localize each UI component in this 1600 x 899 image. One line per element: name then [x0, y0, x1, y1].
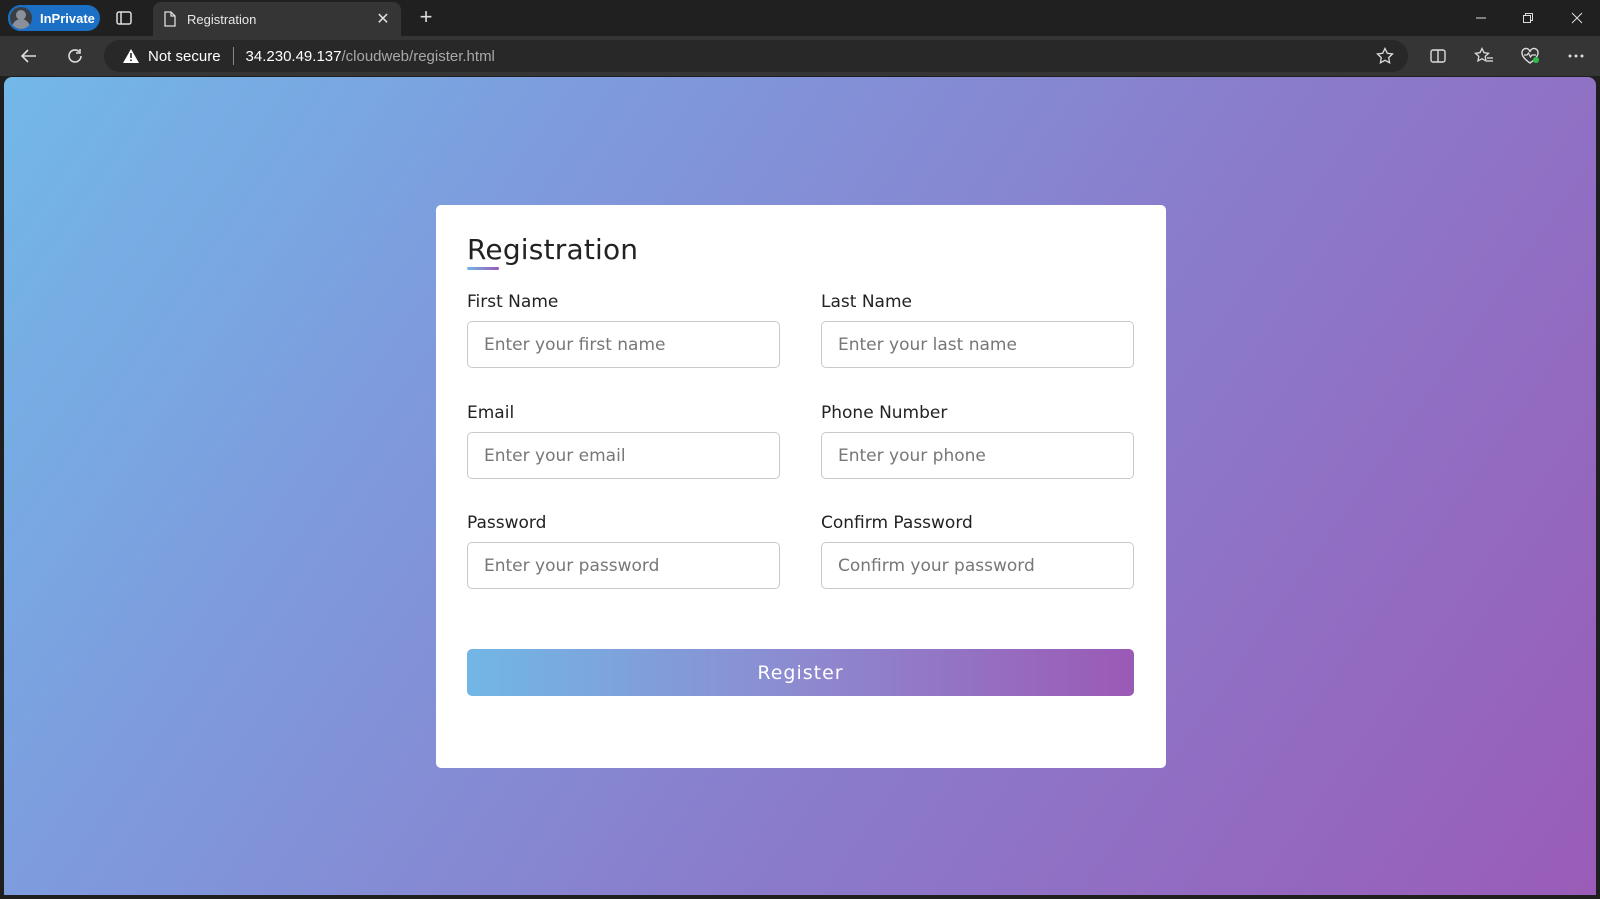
page-icon	[164, 11, 176, 27]
favorite-star-icon[interactable]	[1376, 47, 1394, 65]
url-path: /cloudweb/register.html	[341, 47, 495, 65]
new-tab-button[interactable]: +	[413, 6, 439, 30]
confirm-password-field: Confirm Password	[821, 513, 1134, 589]
password-input[interactable]	[467, 542, 780, 589]
register-button[interactable]: Register	[467, 649, 1134, 696]
minimize-button[interactable]	[1458, 0, 1504, 36]
favorites-icon	[1474, 47, 1493, 63]
browser-toolbar: Not secure 34.230.49.137/cloudweb/regist…	[0, 36, 1600, 76]
more-options-button[interactable]	[1560, 42, 1592, 70]
address-divider	[232, 47, 234, 65]
browser-essentials-button[interactable]	[1514, 42, 1546, 70]
first-name-label: First Name	[467, 292, 559, 312]
back-button[interactable]	[14, 42, 44, 70]
phone-field: Phone Number	[821, 403, 1134, 479]
profile-avatar-icon	[8, 5, 34, 31]
password-field: Password	[467, 513, 780, 589]
favorites-button[interactable]	[1468, 42, 1500, 70]
last-name-field: Last Name	[821, 292, 1134, 368]
last-name-label: Last Name	[821, 292, 912, 312]
email-input[interactable]	[467, 432, 780, 479]
email-field: Email	[467, 403, 780, 479]
url-host: 34.230.49.137	[245, 47, 342, 65]
refresh-icon	[68, 49, 82, 63]
restore-button[interactable]	[1505, 0, 1551, 36]
address-bar[interactable]: Not secure 34.230.49.137/cloudweb/regist…	[104, 40, 1408, 72]
confirm-password-label: Confirm Password	[821, 513, 973, 533]
security-status[interactable]: Not secure	[148, 48, 221, 65]
browser-title-bar: InPrivate Registration ✕ +	[0, 0, 1600, 36]
first-name-field: First Name	[467, 292, 780, 368]
page-viewport: Registration First Name Last Name Email …	[4, 77, 1596, 895]
refresh-button[interactable]	[60, 42, 90, 70]
first-name-input[interactable]	[467, 321, 780, 368]
split-screen-icon	[1430, 49, 1446, 63]
password-label: Password	[467, 513, 547, 533]
close-window-button[interactable]	[1554, 0, 1600, 36]
tab-title: Registration	[187, 11, 257, 27]
warning-icon	[123, 49, 139, 63]
inprivate-profile-button[interactable]: InPrivate	[8, 5, 100, 31]
title-underline	[467, 267, 499, 270]
tab-actions-icon[interactable]	[114, 8, 134, 28]
heart-pulse-icon	[1521, 47, 1539, 64]
phone-label: Phone Number	[821, 403, 948, 423]
close-tab-icon[interactable]: ✕	[371, 7, 395, 31]
inprivate-label: InPrivate	[40, 10, 95, 26]
email-label: Email	[467, 403, 515, 423]
split-screen-button[interactable]	[1422, 42, 1454, 70]
registration-card: Registration First Name Last Name Email …	[436, 205, 1166, 768]
phone-input[interactable]	[821, 432, 1134, 479]
confirm-password-input[interactable]	[821, 542, 1134, 589]
ellipsis-icon	[1568, 54, 1584, 58]
form-title: Registration	[467, 233, 639, 266]
last-name-input[interactable]	[821, 321, 1134, 368]
back-arrow-icon	[20, 49, 36, 63]
tab-registration[interactable]: Registration ✕	[153, 2, 401, 36]
